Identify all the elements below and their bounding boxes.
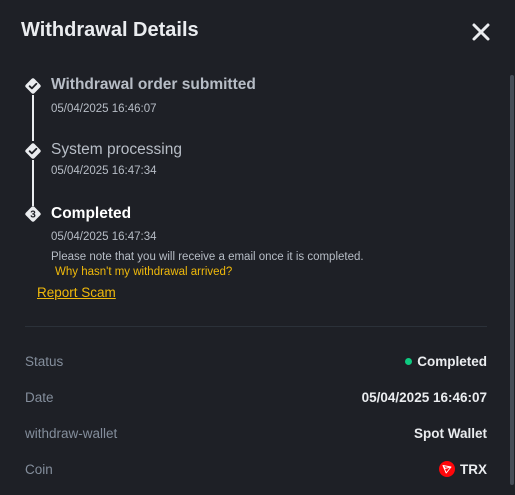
date-value: 05/04/2025 16:46:07 (361, 390, 487, 405)
report-scam-link[interactable]: Report Scam (37, 285, 116, 300)
check-icon (25, 143, 41, 159)
coin-value: TRX (439, 461, 487, 477)
step-title: Withdrawal order submitted (51, 76, 256, 93)
step-title: Completed (51, 205, 132, 222)
date-label: Date (25, 390, 54, 405)
close-icon (472, 23, 490, 41)
status-text: Completed (417, 354, 487, 369)
step-check-marker (24, 142, 42, 160)
check-icon (25, 78, 41, 94)
step-timestamp: 05/04/2025 16:47:34 (51, 165, 157, 177)
wallet-label: withdraw-wallet (25, 426, 118, 441)
step-check-marker (24, 77, 42, 95)
step-number: 3 (30, 210, 36, 221)
trx-coin-icon (439, 461, 455, 477)
close-button[interactable] (470, 21, 492, 43)
wallet-value: Spot Wallet (414, 426, 487, 441)
email-notice: Please note that you will receive a emai… (51, 251, 364, 263)
coin-label: Coin (25, 462, 53, 477)
status-label: Status (25, 354, 64, 369)
divider (25, 326, 487, 327)
step-timestamp: 05/04/2025 16:47:34 (51, 231, 157, 243)
scrollbar-thumb[interactable] (510, 75, 514, 485)
timeline-connector (32, 160, 34, 206)
step-timestamp: 05/04/2025 16:46:07 (51, 103, 157, 115)
timeline-connector (32, 95, 34, 141)
withdrawal-help-link[interactable]: Why hasn't my withdrawal arrived? (55, 266, 232, 278)
modal-title: Withdrawal Details (21, 19, 199, 41)
status-value: Completed (405, 354, 487, 369)
status-dot-icon (405, 358, 413, 365)
coin-text: TRX (460, 461, 487, 477)
step-number-marker: 3 (24, 205, 42, 223)
step-title: System processing (51, 141, 182, 158)
withdrawal-details-modal: Withdrawal Details Withdrawal order subm… (0, 0, 515, 495)
